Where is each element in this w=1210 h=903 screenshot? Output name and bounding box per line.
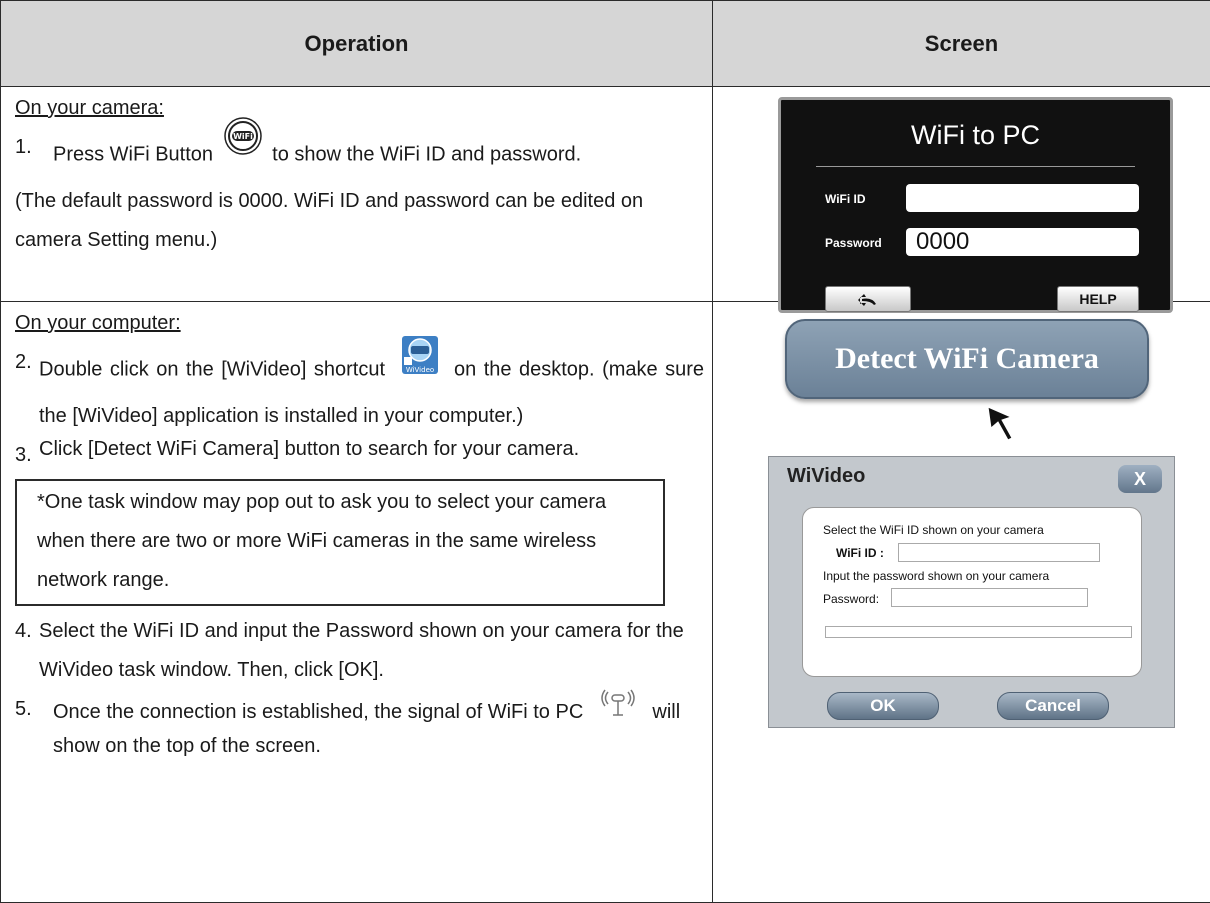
shortcut-caption: WiVideo	[405, 366, 433, 374]
wifi-signal-icon	[601, 688, 635, 725]
mouse-cursor-icon	[985, 404, 1019, 442]
step-3: 3. Click [Detect WiFi Camera] button to …	[15, 436, 704, 475]
camera-screen-cell: WiFi to PC WiFi ID Password 0000 HELP	[713, 87, 1210, 302]
computer-screen-cell: Detect WiFi Camera WiVideo X Select the …	[713, 302, 1210, 903]
camera-screen-title: WiFi to PC	[781, 120, 1170, 151]
password-field[interactable]: 0000	[906, 228, 1139, 256]
computer-row: On your computer: 2. Double click on the…	[1, 302, 1210, 903]
wifi-id-select[interactable]	[898, 543, 1100, 562]
step-text-before: Double click on the [WiVideo] shortcut	[39, 358, 385, 380]
camera-operation-cell: On your camera: 1. Press WiFi Button WiF…	[1, 87, 713, 302]
computer-heading: On your computer:	[15, 304, 704, 343]
step-number: 5.	[15, 690, 53, 761]
camera-row: On your camera: 1. Press WiFi Button WiF…	[1, 87, 1210, 302]
progress-bar	[825, 626, 1132, 638]
step-number: 2.	[15, 343, 39, 436]
select-instruction: Select the WiFi ID shown on your camera	[823, 523, 1044, 537]
wivideo-shortcut-icon: WiVideo	[401, 335, 439, 389]
wifi-id-label: WiFi ID	[825, 192, 866, 206]
step-5: 5. Once the connection is established, t…	[15, 690, 704, 761]
camera-heading: On your camera:	[15, 89, 704, 128]
screen-header: Screen	[713, 1, 1210, 87]
header-row: Operation Screen	[1, 1, 1210, 87]
input-instruction: Input the password shown on your camera	[823, 569, 1049, 583]
ok-button[interactable]: OK	[827, 692, 939, 720]
wifi-button-icon: WiFi	[223, 116, 263, 170]
password-label: Password	[825, 236, 882, 250]
detect-wifi-camera-button[interactable]: Detect WiFi Camera	[785, 319, 1149, 399]
operation-header: Operation	[1, 1, 713, 87]
step-text: Select the WiFi ID and input the Passwor…	[39, 612, 704, 690]
step-text: Press WiFi Button WiFi to show the WiFi …	[53, 128, 581, 182]
step-1: 1. Press WiFi Button WiFi to show the Wi…	[15, 128, 704, 182]
step-number: 3.	[15, 436, 39, 475]
dialog-body: Select the WiFi ID shown on your camera …	[802, 507, 1142, 677]
computer-operation-cell: On your computer: 2. Double click on the…	[1, 302, 713, 903]
dialog-title: WiVideo	[787, 465, 865, 488]
wivideo-dialog: WiVideo X Select the WiFi ID shown on yo…	[768, 456, 1175, 728]
step-text: Double click on the [WiVideo] shortcut W…	[39, 343, 704, 436]
password-input[interactable]	[891, 588, 1088, 607]
password-label: Password:	[823, 592, 879, 606]
step-text-before: Press WiFi Button	[53, 143, 213, 165]
step-number: 4.	[15, 612, 39, 690]
wifi-id-field[interactable]	[906, 184, 1139, 212]
step-text: Once the connection is established, the …	[53, 690, 704, 761]
cancel-button[interactable]: Cancel	[997, 692, 1109, 720]
note-box: *One task window may pop out to ask you …	[15, 479, 665, 606]
step-text-before: Once the connection is established, the …	[53, 701, 583, 723]
wifi-id-label: WiFi ID :	[836, 546, 884, 560]
camera-note: (The default password is 0000. WiFi ID a…	[15, 182, 704, 260]
title-divider	[816, 166, 1135, 167]
camera-screen: WiFi to PC WiFi ID Password 0000 HELP	[778, 97, 1173, 313]
step-2: 2. Double click on the [WiVideo] shortcu…	[15, 343, 704, 436]
close-button[interactable]: X	[1118, 465, 1162, 493]
instruction-table: Operation Screen On your camera: 1. Pres…	[0, 0, 1210, 903]
step-text-after: to show the WiFi ID and password.	[272, 143, 581, 165]
step-number: 1.	[15, 128, 53, 182]
step-4: 4. Select the WiFi ID and input the Pass…	[15, 612, 704, 690]
step-text: Click [Detect WiFi Camera] button to sea…	[39, 436, 579, 475]
svg-text:WiFi: WiFi	[233, 132, 253, 141]
